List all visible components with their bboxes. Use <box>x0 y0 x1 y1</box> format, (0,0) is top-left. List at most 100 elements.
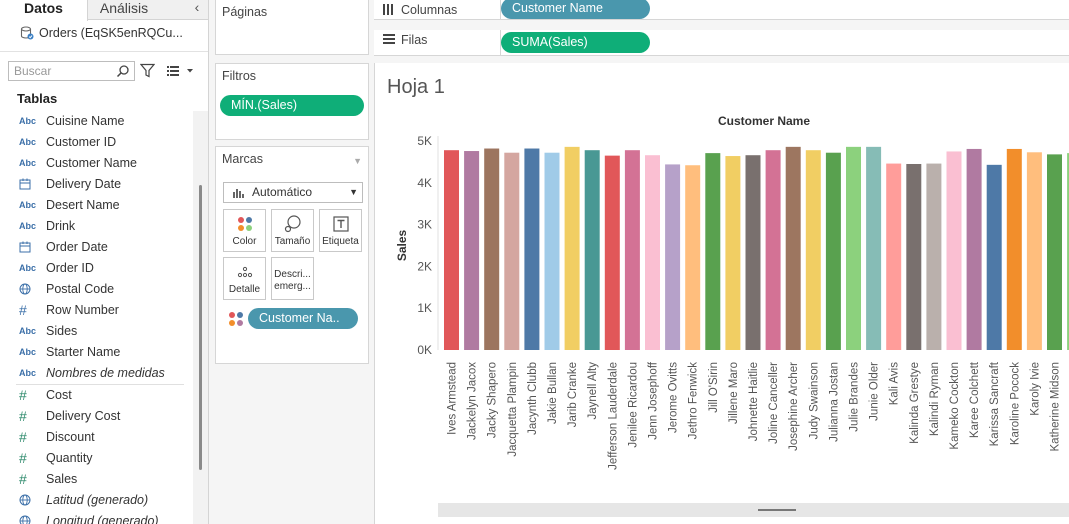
field-item[interactable]: # Quantity <box>0 448 192 469</box>
x-tick-label: Kameko Cockton <box>949 362 961 450</box>
bar[interactable] <box>866 146 882 350</box>
label-label: Etiqueta <box>322 236 359 247</box>
datasource-item[interactable]: Orders (EqSK5enRQCu... <box>20 26 206 44</box>
bar[interactable] <box>1006 148 1022 350</box>
filter-icon[interactable] <box>140 63 155 78</box>
field-name: Nombres de medidas <box>46 366 165 380</box>
field-item[interactable]: Delivery Date <box>0 174 192 195</box>
detail-label: Detalle <box>228 284 261 295</box>
field-item[interactable]: Order Date <box>0 237 192 258</box>
field-item[interactable]: # Row Number <box>0 300 192 321</box>
marks-pill-customer-name[interactable]: Customer Na.. <box>248 308 358 329</box>
bar[interactable] <box>645 155 660 350</box>
bar[interactable] <box>464 151 480 350</box>
list-view-icon[interactable] <box>166 63 194 78</box>
geo-type-icon <box>19 283 39 297</box>
bar[interactable] <box>926 163 942 350</box>
bar[interactable] <box>484 148 500 350</box>
bar[interactable] <box>584 150 600 350</box>
rows-icon <box>383 34 395 44</box>
date-type-icon <box>19 241 39 255</box>
bar[interactable] <box>805 150 821 350</box>
tooltip-label: Descri... emerg... <box>272 269 313 293</box>
collapse-pane-icon[interactable]: ‹ <box>189 0 205 16</box>
bar[interactable] <box>725 156 741 350</box>
field-item[interactable]: Abc Order ID <box>0 258 192 279</box>
bar[interactable] <box>745 155 761 350</box>
bar[interactable] <box>705 153 721 350</box>
field-item[interactable]: # Delivery Cost <box>0 406 192 427</box>
filters-card[interactable]: Filtros MÍN.(Sales) <box>215 63 369 140</box>
bar[interactable] <box>765 150 781 350</box>
bar[interactable] <box>846 146 861 350</box>
date-type-icon <box>19 178 39 192</box>
bar[interactable] <box>825 152 841 350</box>
horizontal-scrollbar[interactable] <box>438 503 1069 517</box>
bar[interactable] <box>604 155 620 350</box>
detail-button[interactable]: Detalle <box>223 257 266 300</box>
chevron-down-icon[interactable]: ▼ <box>353 156 362 166</box>
rows-shelf[interactable]: Filas SUMA(Sales) <box>374 30 1069 56</box>
field-item[interactable]: Abc Customer ID <box>0 132 192 153</box>
tab-analisis[interactable]: Análisis <box>88 0 160 20</box>
bar[interactable] <box>665 164 681 350</box>
bar[interactable] <box>544 152 560 350</box>
field-item[interactable]: # Cost <box>0 385 192 406</box>
bar[interactable] <box>524 148 540 350</box>
field-item[interactable]: Abc Customer Name <box>0 153 192 174</box>
search-icon <box>116 65 129 78</box>
bar[interactable] <box>624 150 640 350</box>
marks-title: Marcas <box>222 152 263 166</box>
field-item[interactable]: Abc Nombres de medidas <box>0 363 192 384</box>
search-input[interactable] <box>9 62 113 80</box>
worksheet[interactable]: Hoja 1 Customer Name Sales 0K 1K 2K 3K 4K 5K Ive… <box>374 63 1069 524</box>
field-item[interactable]: Latitud (generado) <box>0 490 192 511</box>
bar[interactable] <box>966 148 982 350</box>
pages-card[interactable]: Páginas <box>215 0 369 55</box>
bar[interactable] <box>1047 154 1062 350</box>
field-item[interactable]: Abc Desert Name <box>0 195 192 216</box>
bar[interactable] <box>886 163 902 350</box>
bar[interactable] <box>444 150 459 350</box>
bar[interactable] <box>785 146 801 350</box>
field-item[interactable]: Abc Starter Name <box>0 342 192 363</box>
bar[interactable] <box>564 146 580 350</box>
tab-datos[interactable]: Datos <box>0 0 88 21</box>
filter-pill-min-sales[interactable]: MÍN.(Sales) <box>220 95 364 116</box>
number-type-icon: # <box>19 450 27 466</box>
field-item[interactable]: Abc Sides <box>0 321 192 342</box>
bar[interactable] <box>504 152 520 350</box>
scrollbar-grip[interactable] <box>758 509 796 511</box>
field-item[interactable]: Abc Cuisine Name <box>0 111 192 132</box>
mark-type-select[interactable]: Automático ▼ <box>223 182 363 203</box>
scrollbar-thumb[interactable] <box>199 185 202 470</box>
data-pane: Datos Análisis ‹ Orders (EqSK5enRQCu... … <box>0 0 209 524</box>
bar[interactable] <box>685 165 701 350</box>
bar[interactable] <box>1026 152 1042 350</box>
search-box[interactable] <box>8 61 135 81</box>
datasource-name: Orders (EqSK5enRQCu... <box>39 26 183 40</box>
field-item[interactable]: # Discount <box>0 427 192 448</box>
x-tick-label: Karee Colchett <box>969 361 981 438</box>
bar[interactable] <box>986 164 1002 350</box>
columns-pill-customer-name[interactable]: Customer Name <box>501 0 650 19</box>
size-button[interactable]: Tamaño <box>271 209 314 252</box>
field-item[interactable]: # Sales <box>0 469 192 490</box>
color-button[interactable]: Color <box>223 209 266 252</box>
field-name: Sales <box>46 472 78 486</box>
field-item[interactable]: Postal Code <box>0 279 192 300</box>
bar[interactable] <box>906 163 922 350</box>
columns-icon <box>383 4 393 15</box>
pane-divider <box>0 51 208 52</box>
bar-chart[interactable]: Customer Name Sales 0K 1K 2K 3K 4K 5K Ives Armst… <box>375 63 1069 503</box>
label-button[interactable]: Etiqueta <box>319 209 362 252</box>
field-item[interactable]: Abc Drink <box>0 216 192 237</box>
x-tick-label: Johnette Haitlie <box>748 362 760 441</box>
rows-pill-sum-sales[interactable]: SUMA(Sales) <box>501 32 650 53</box>
x-tick-label: Jakie Bullan <box>547 362 559 424</box>
field-item[interactable]: Longitud (generado) <box>0 511 192 524</box>
bar[interactable] <box>946 151 962 350</box>
columns-shelf[interactable]: Columnas Customer Name <box>374 0 1069 20</box>
tooltip-button[interactable]: Descri... emerg... <box>271 257 314 300</box>
x-tick-label: Jenilee Ricardou <box>627 362 639 448</box>
